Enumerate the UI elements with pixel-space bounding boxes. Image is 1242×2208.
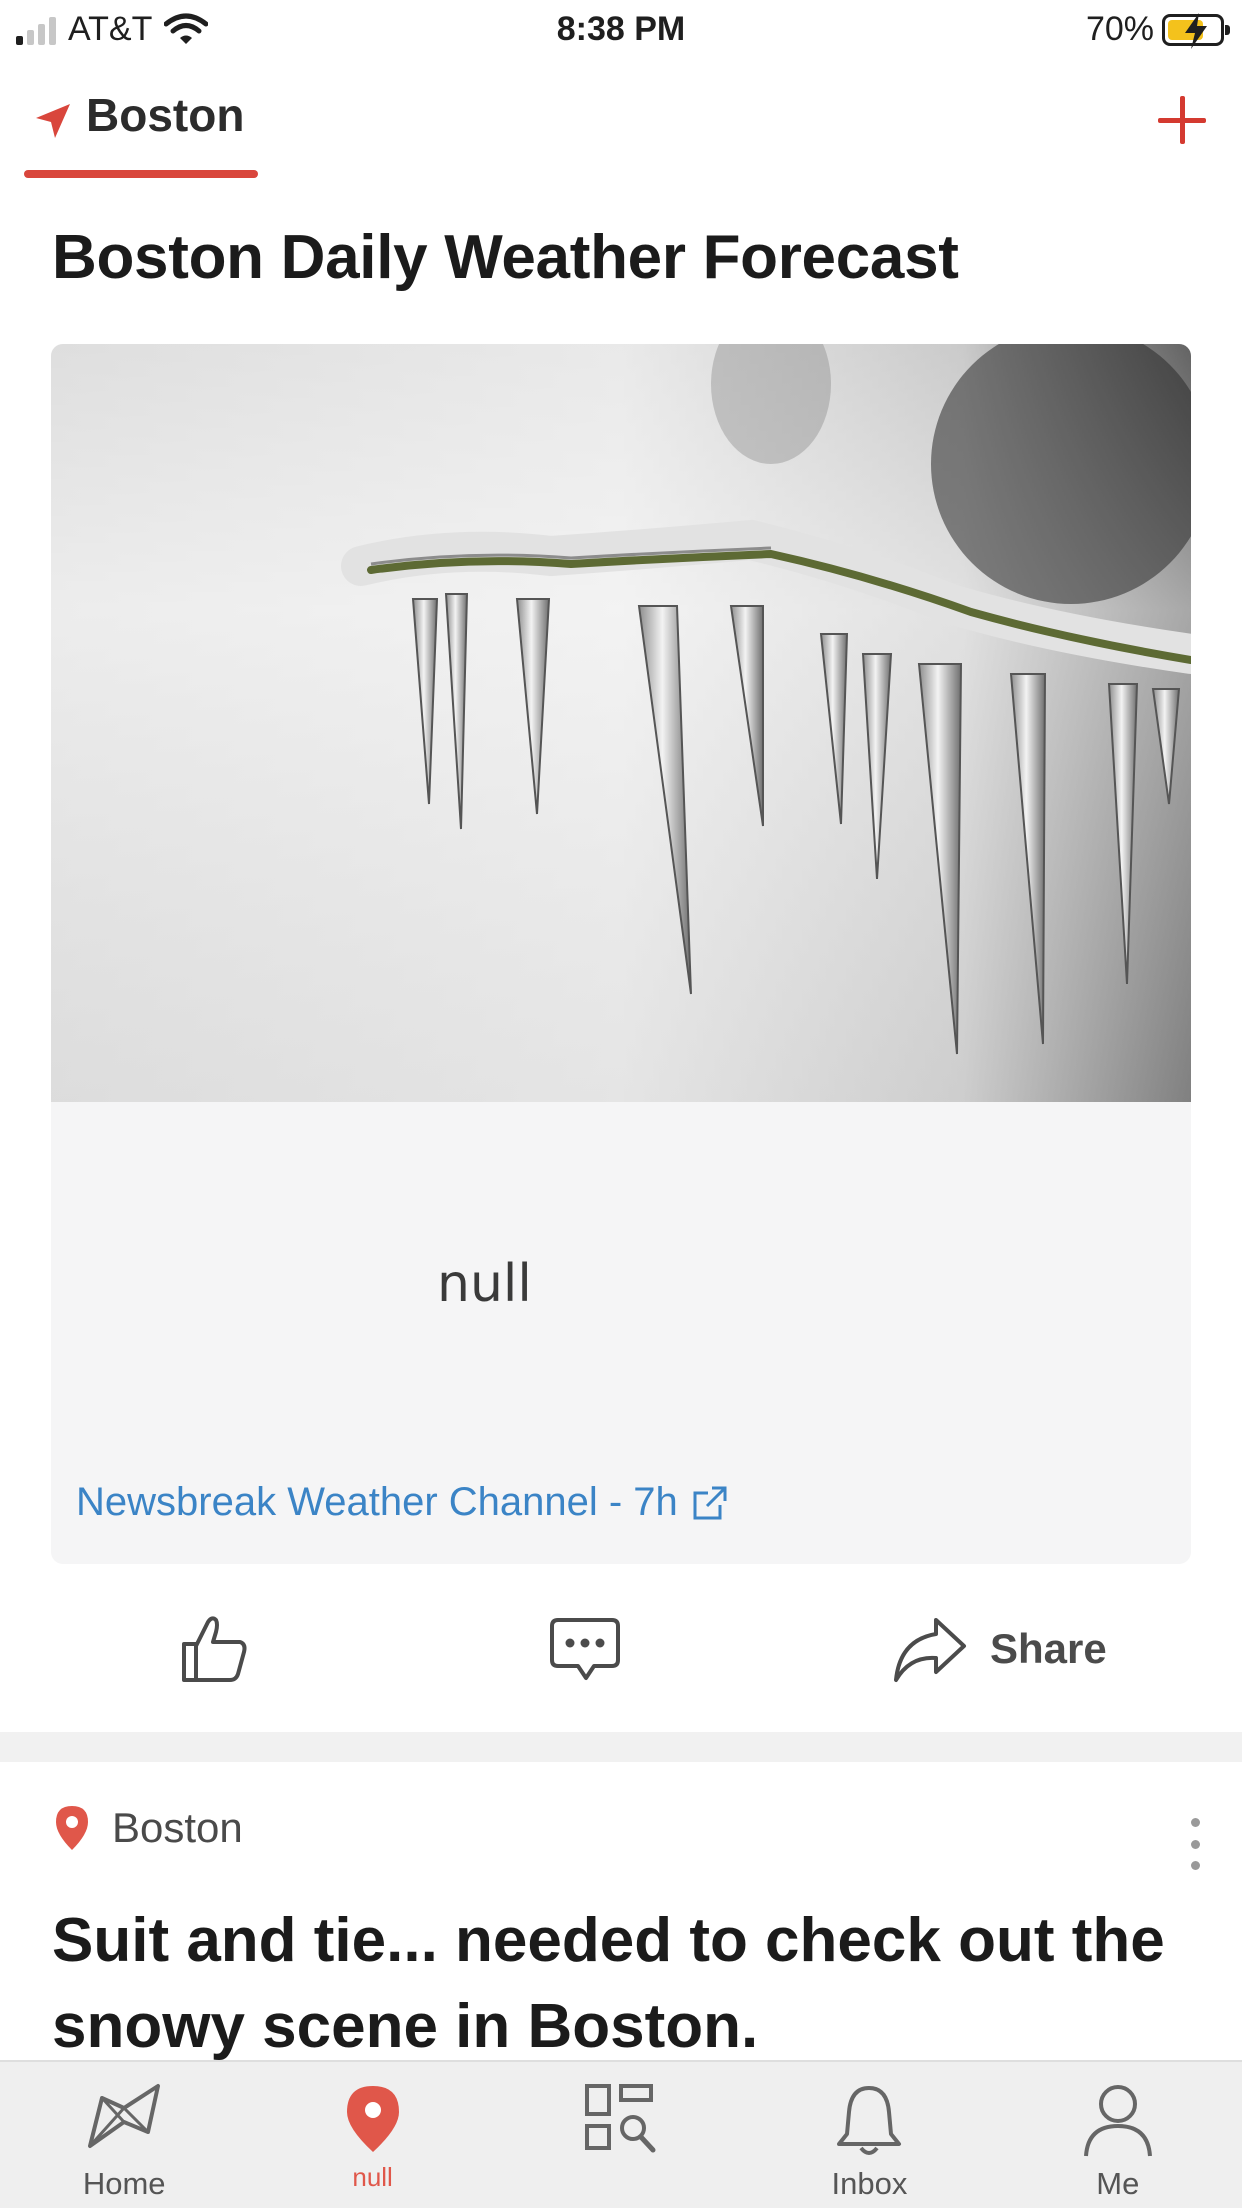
status-bar: AT&T 8:38 PM 70% bbox=[0, 0, 1242, 60]
charging-bolt-icon bbox=[1185, 12, 1207, 49]
comment-icon bbox=[550, 1618, 620, 1680]
location-pin-icon bbox=[56, 1806, 88, 1850]
nav-discover[interactable] bbox=[497, 2062, 745, 2208]
battery-icon bbox=[1162, 12, 1230, 49]
nav-home[interactable]: Home bbox=[0, 2062, 248, 2208]
summary-placeholder: null bbox=[437, 1254, 532, 1314]
thumbs-up-icon bbox=[182, 1616, 247, 1682]
nav-inbox-label: Inbox bbox=[831, 2166, 908, 2201]
screen: AT&T 8:38 PM 70% Boston Boston Daily Wea… bbox=[0, 0, 1242, 2208]
share-button[interactable]: Share bbox=[892, 1594, 1107, 1704]
person-icon bbox=[1083, 2085, 1152, 2157]
battery-percent: 70% bbox=[1085, 10, 1154, 48]
article-source-link[interactable]: Newsbreak Weather Channel - 7h bbox=[76, 1480, 730, 1525]
location-tab-label: Boston bbox=[86, 89, 245, 141]
article-location: Boston bbox=[52, 1804, 243, 1852]
status-right: 70% bbox=[1085, 10, 1230, 49]
article-source: Newsbreak Weather Channel - 7h bbox=[76, 1480, 678, 1524]
article-actions: Share bbox=[0, 1594, 1242, 1704]
article-card[interactable]: null Newsbreak Weather Channel - 7h bbox=[51, 344, 1191, 1564]
feed-divider bbox=[0, 1732, 1242, 1762]
article-location-label: Boston bbox=[112, 1804, 243, 1851]
location-pin-icon bbox=[346, 2086, 399, 2152]
nav-home-label: Home bbox=[82, 2166, 166, 2201]
share-label: Share bbox=[990, 1625, 1107, 1672]
icicles-photo[interactable] bbox=[51, 344, 1191, 1102]
nav-inbox[interactable]: Inbox bbox=[745, 2062, 993, 2208]
bottom-nav: Home null Inbox Me bbox=[0, 2060, 1242, 2208]
article-title[interactable]: Boston Daily Weather Forecast bbox=[52, 222, 959, 293]
nav-me[interactable]: Me bbox=[994, 2062, 1242, 2208]
discover-grid-icon bbox=[585, 2084, 656, 2153]
external-link-icon bbox=[693, 1486, 727, 1519]
nav-local[interactable]: null bbox=[248, 2062, 496, 2208]
more-options-button[interactable] bbox=[1188, 1818, 1202, 1870]
navigation-arrow-icon bbox=[36, 104, 70, 138]
like-button[interactable] bbox=[178, 1594, 252, 1704]
add-location-button[interactable] bbox=[1152, 90, 1212, 150]
status-time: 8:38 PM bbox=[556, 10, 686, 48]
map-icon bbox=[88, 2084, 161, 2148]
comment-button[interactable] bbox=[548, 1594, 622, 1704]
nav-me-label: Me bbox=[1096, 2166, 1140, 2201]
active-tab-indicator bbox=[24, 170, 258, 178]
bell-icon bbox=[837, 2086, 902, 2155]
tab-location-boston[interactable]: Boston bbox=[24, 80, 244, 180]
article-headline[interactable]: Suit and tie... needed to check out the … bbox=[52, 1898, 1192, 2070]
nav-local-label: null bbox=[352, 2162, 393, 2192]
location-bar: Boston bbox=[0, 80, 1242, 180]
share-icon bbox=[894, 1618, 966, 1682]
